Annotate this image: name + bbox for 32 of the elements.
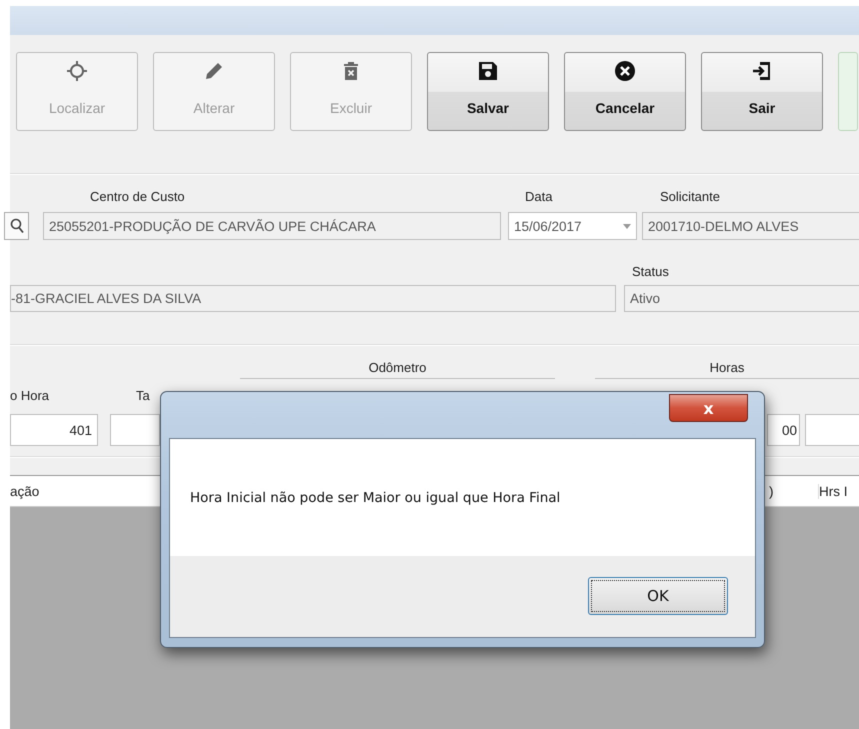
ok-button[interactable]: OK [588,577,728,615]
status-field[interactable]: Ativo [624,285,859,312]
field-label: Ta [136,388,150,403]
toolbar-button[interactable]: Cancelar [564,52,686,131]
search-icon [10,218,24,234]
message-text: Hora Inicial não pode ser Maior ou igual que Hora Final [190,490,560,506]
field-label: Centro de Custo [90,189,185,204]
toolbar-button[interactable]: Salvar [427,52,549,131]
field-label: Data [525,189,552,204]
search-button[interactable] [4,212,29,240]
field-label: Solicitante [660,189,720,204]
group-label: Odômetro [368,360,426,375]
field-label: Status [632,264,669,279]
close-button[interactable]: x [669,394,748,422]
group-label: Horas [710,360,744,375]
field-label: o Hora [10,388,50,403]
input-field[interactable] [110,414,160,446]
hour-field[interactable]: 401 [10,414,98,446]
column-header: ) [769,484,774,499]
column-header: ação [10,484,40,499]
toolbar-button[interactable] [838,52,858,131]
crosshair-icon [65,59,89,83]
cancel-icon [613,59,637,83]
input-field[interactable] [805,414,859,446]
toolbar-button[interactable]: Sair [701,52,823,131]
column-header: Hrs I [818,484,848,499]
dropdown-arrow-icon [623,224,631,228]
requester-field[interactable]: 2001710-DELMO ALVES [642,212,859,240]
hour-field[interactable]: 00 [767,414,800,446]
cost-center-field[interactable]: 25055201-PRODUÇÃO DE CARVÃO UPE CHÁCARA [43,212,501,240]
name-field[interactable]: -81-GRACIEL ALVES DA SILVA [10,285,616,312]
date-picker[interactable]: 15/06/2017 [508,212,637,240]
